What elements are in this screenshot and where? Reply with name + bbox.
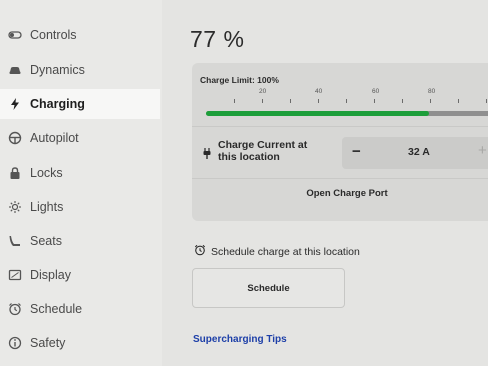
scale-label-40: 40 [315, 88, 323, 95]
sidebar-item-seats[interactable]: Seats [0, 226, 160, 256]
schedule-button[interactable]: Schedule [192, 268, 345, 308]
scale-tick [402, 99, 403, 103]
scale-tick [458, 99, 459, 103]
sidebar-item-dynamics[interactable]: Dynamics [0, 55, 160, 85]
sun-icon [6, 200, 24, 214]
decrease-current-button[interactable]: − [352, 143, 361, 160]
scale-tick [262, 99, 263, 103]
scale-tick [290, 99, 291, 103]
car-icon [6, 63, 24, 77]
increase-current-button[interactable]: + [478, 142, 487, 159]
scale-label-60: 60 [372, 88, 380, 95]
sidebar-item-label: Display [30, 268, 71, 282]
charge-panel: Charge Limit: 100% 20 40 60 80 Charge Cu… [192, 63, 488, 221]
plug-icon [202, 147, 212, 165]
charge-level-fill [206, 111, 429, 116]
alarm-clock-icon [6, 302, 24, 316]
sidebar-item-label: Autopilot [30, 131, 79, 145]
sidebar-item-lights[interactable]: Lights [0, 192, 160, 222]
info-circle-icon [6, 336, 24, 350]
sidebar-item-label: Locks [30, 166, 63, 180]
scale-tick [430, 99, 431, 103]
scale-label-80: 80 [428, 88, 436, 95]
alarm-clock-icon [194, 244, 211, 259]
divider [192, 178, 488, 179]
scale-tick [346, 99, 347, 103]
schedule-charge-row[interactable]: Schedule charge at this location [194, 244, 360, 259]
scale-tick [486, 99, 487, 103]
sidebar-item-label: Charging [30, 97, 85, 111]
schedule-charge-label: Schedule charge at this location [211, 245, 360, 258]
charging-settings: 77 % Charge Limit: 100% 20 40 60 80 Char… [162, 0, 488, 366]
divider [192, 126, 488, 127]
sidebar-item-label: Dynamics [30, 63, 85, 77]
charge-limit-label: Charge Limit: 100% [200, 75, 279, 85]
lock-icon [6, 166, 24, 180]
scale-tick [318, 99, 319, 103]
display-icon [6, 268, 24, 282]
sidebar-item-label: Seats [30, 234, 62, 248]
sidebar-item-label: Lights [30, 200, 64, 214]
seat-icon [6, 234, 24, 248]
sidebar-item-autopilot[interactable]: Autopilot [0, 123, 160, 153]
sidebar-item-label: Safety [30, 336, 66, 350]
bolt-icon [6, 97, 24, 111]
supercharging-tips-link[interactable]: Supercharging Tips [193, 334, 287, 345]
charge-limit-slider[interactable] [206, 111, 488, 116]
steering-wheel-icon [6, 131, 24, 145]
charge-current-value: 32 A [408, 146, 430, 158]
toggle-icon [6, 28, 24, 42]
sidebar-item-safety[interactable]: Safety [0, 328, 160, 358]
scale-tick [374, 99, 375, 103]
sidebar-item-locks[interactable]: Locks [0, 158, 160, 188]
open-charge-port-button[interactable]: Open Charge Port [192, 188, 488, 199]
charge-current-stepper: − 32 A + [342, 137, 488, 169]
sidebar-item-controls[interactable]: Controls [0, 20, 160, 50]
charge-current-label: Charge Current at this location [218, 139, 308, 163]
scale-tick [234, 99, 235, 103]
sidebar-item-charging[interactable]: Charging [0, 89, 160, 119]
scale-label-20: 20 [259, 88, 267, 95]
sidebar-item-schedule[interactable]: Schedule [0, 294, 160, 324]
sidebar: Controls Dynamics Charging Autopilot Loc… [0, 0, 162, 366]
sidebar-item-label: Controls [30, 28, 77, 42]
sidebar-item-display[interactable]: Display [0, 260, 160, 290]
sidebar-item-label: Schedule [30, 302, 83, 316]
battery-percentage: 77 % [190, 26, 245, 52]
